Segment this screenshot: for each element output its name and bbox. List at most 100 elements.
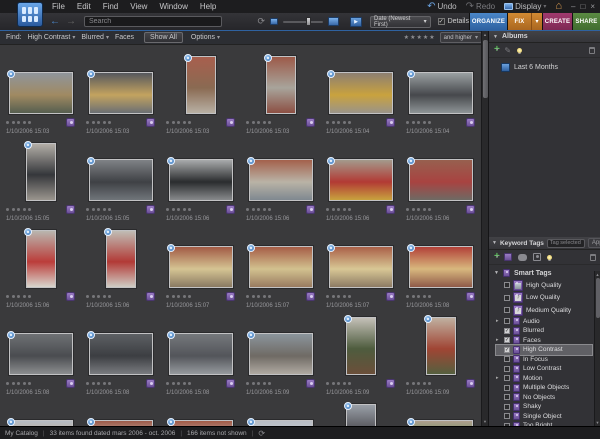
find-criterion-high-contrast[interactable]: High Contrast ▾ xyxy=(28,34,76,41)
star-rating[interactable] xyxy=(246,295,271,298)
media-thumbnail-cell[interactable]: 1/10/2006 15:10 xyxy=(401,400,481,426)
lightbulb-icon[interactable] xyxy=(547,255,552,260)
details-checkbox[interactable]: ✓ Details xyxy=(438,18,469,25)
star-rating[interactable] xyxy=(86,208,111,211)
star-icon[interactable]: ★ xyxy=(404,34,409,41)
smart-tag-row[interactable]: ▸ Faces xyxy=(496,336,600,346)
photo-thumbnail[interactable] xyxy=(169,333,233,375)
tag-checkbox[interactable] xyxy=(504,356,510,362)
photo-thumbnail[interactable] xyxy=(169,246,233,288)
star-rating[interactable] xyxy=(406,121,431,124)
photo-thumbnail[interactable] xyxy=(426,317,456,375)
search-input[interactable] xyxy=(84,16,222,27)
star-rating[interactable] xyxy=(166,208,191,211)
smart-tag-row[interactable]: ▸ ? Medium Quality xyxy=(496,304,600,317)
media-thumbnail-cell[interactable]: 1/10/2006 15:07 xyxy=(321,226,401,313)
photo-thumbnail[interactable] xyxy=(409,159,473,201)
edit-album-icon[interactable]: ✎ xyxy=(504,46,511,55)
star-rating[interactable] xyxy=(326,382,351,385)
delete-tag-icon[interactable] xyxy=(590,254,596,261)
media-thumbnail-cell[interactable]: 1/10/2006 15:04 xyxy=(321,52,401,139)
tag-checkbox[interactable] xyxy=(504,404,510,410)
media-thumbnail-cell[interactable]: 1/10/2006 15:06 xyxy=(401,139,481,226)
smart-tag-row[interactable]: ▸ Multiple Objects xyxy=(496,383,600,393)
tag-media-input[interactable] xyxy=(547,239,585,248)
photo-thumbnail[interactable] xyxy=(89,159,153,201)
menu-find[interactable]: Find xyxy=(103,2,119,11)
media-thumbnail-cell[interactable]: 1/10/2006 15:09 xyxy=(321,313,401,400)
menu-edit[interactable]: Edit xyxy=(77,2,91,11)
smart-tag-row[interactable]: ▸ High Quality xyxy=(496,279,600,292)
slider-handle[interactable] xyxy=(306,17,311,26)
media-thumbnail-cell[interactable]: 1/10/2006 15:09 xyxy=(1,400,81,426)
tab-organize[interactable]: ORGANIZE xyxy=(469,13,507,31)
photo-thumbnail[interactable] xyxy=(346,317,376,375)
photo-thumbnail[interactable] xyxy=(26,143,56,201)
media-thumbnail-cell[interactable]: 1/10/2006 15:10 xyxy=(241,400,321,426)
display-button[interactable]: Display ▾ xyxy=(504,2,546,11)
back-arrow-button[interactable]: ← xyxy=(50,16,60,27)
smart-tag-row[interactable]: ▸ No Objects xyxy=(496,393,600,403)
sort-order-dropdown[interactable]: Date (Newest First) ▾ xyxy=(370,16,431,28)
redo-button[interactable]: ↷ Redo xyxy=(466,2,496,11)
tag-checkbox[interactable] xyxy=(504,394,510,400)
media-thumbnail-cell[interactable]: 1/10/2006 15:07 xyxy=(241,226,321,313)
collapse-icon[interactable]: ▼ xyxy=(493,34,498,40)
scrollbar-thumb[interactable] xyxy=(596,278,600,318)
media-thumbnail-cell[interactable]: 1/10/2006 15:08 xyxy=(1,313,81,400)
face-recognition-icon[interactable] xyxy=(533,253,541,261)
tag-checkbox[interactable] xyxy=(504,337,510,343)
star-rating[interactable] xyxy=(326,295,351,298)
tag-checkbox[interactable] xyxy=(504,307,510,313)
media-thumbnail-cell[interactable]: 1/10/2006 15:06 xyxy=(81,226,161,313)
close-button[interactable]: × xyxy=(590,2,595,11)
small-thumbnail-icon[interactable] xyxy=(270,18,278,25)
media-thumbnail-cell[interactable]: 1/10/2006 15:08 xyxy=(81,313,161,400)
smart-tag-row[interactable]: ▸ Shaky xyxy=(496,402,600,412)
photo-thumbnail[interactable] xyxy=(186,56,216,114)
find-criterion-blurred[interactable]: Blurred ▾ xyxy=(81,34,109,41)
star-rating[interactable] xyxy=(166,295,191,298)
media-thumbnail-cell[interactable]: 1/10/2006 15:10 xyxy=(161,400,241,426)
collapse-icon[interactable]: ▼ xyxy=(492,240,497,246)
refresh-icon[interactable]: ⟳ xyxy=(258,429,265,438)
photo-thumbnail[interactable] xyxy=(26,230,56,288)
star-rating[interactable] xyxy=(166,121,191,124)
media-thumbnail-cell[interactable]: 1/10/2006 15:04 xyxy=(401,52,481,139)
smart-tags-group[interactable]: ▼ Smart Tags xyxy=(489,265,600,279)
maximize-button[interactable]: □ xyxy=(580,2,585,11)
photo-thumbnail[interactable] xyxy=(249,246,313,288)
menu-view[interactable]: View xyxy=(130,2,147,11)
star-rating[interactable] xyxy=(6,295,31,298)
photo-thumbnail[interactable] xyxy=(249,333,313,375)
media-thumbnail-cell[interactable]: 1/10/2006 15:05 xyxy=(81,139,161,226)
tab-fix-dropdown[interactable]: ▾ xyxy=(531,13,542,31)
smart-tag-row[interactable]: ▸ Motion xyxy=(496,374,600,384)
home-icon[interactable]: ⌂ xyxy=(555,2,562,11)
chevron-down-icon[interactable]: ▾ xyxy=(496,254,499,260)
media-thumbnail-cell[interactable]: 1/10/2006 15:09 xyxy=(241,313,321,400)
rating-comparator-dropdown[interactable]: and higher ▾ xyxy=(440,32,482,43)
menu-window[interactable]: Window xyxy=(159,2,187,11)
media-thumbnail-cell[interactable]: 1/10/2006 15:06 xyxy=(321,139,401,226)
media-thumbnail-cell[interactable]: 1/10/2006 15:08 xyxy=(401,226,481,313)
tag-checkbox[interactable] xyxy=(504,295,510,301)
photo-thumbnail[interactable] xyxy=(106,230,136,288)
media-thumbnail-cell[interactable]: 1/10/2006 15:08 xyxy=(161,313,241,400)
tag-checkbox[interactable] xyxy=(504,282,510,288)
album-item-last-6-months[interactable]: Last 6 Months xyxy=(489,58,600,72)
apply-button[interactable]: Apply xyxy=(588,238,600,248)
tag-checkbox[interactable] xyxy=(504,318,510,324)
media-thumbnail-cell[interactable]: 1/10/2006 15:03 xyxy=(81,52,161,139)
tab-share[interactable]: SHARE xyxy=(572,13,600,31)
photo-thumbnail[interactable] xyxy=(409,246,473,288)
media-grid-scrollbar[interactable]: ▲ ▼ xyxy=(481,31,488,426)
star-rating[interactable] xyxy=(6,121,31,124)
media-thumbnail-cell[interactable]: 1/10/2006 15:10 xyxy=(321,400,401,426)
thumbnail-size-slider[interactable] xyxy=(283,21,323,23)
rating-filter[interactable]: ★ ★ ★ ★ ★ and higher ▾ xyxy=(404,32,482,43)
tag-cloud-icon[interactable] xyxy=(518,254,527,261)
media-thumbnail-cell[interactable]: 1/10/2006 15:06 xyxy=(241,139,321,226)
photo-thumbnail[interactable] xyxy=(329,159,393,201)
expand-icon[interactable]: ▸ xyxy=(496,337,501,343)
